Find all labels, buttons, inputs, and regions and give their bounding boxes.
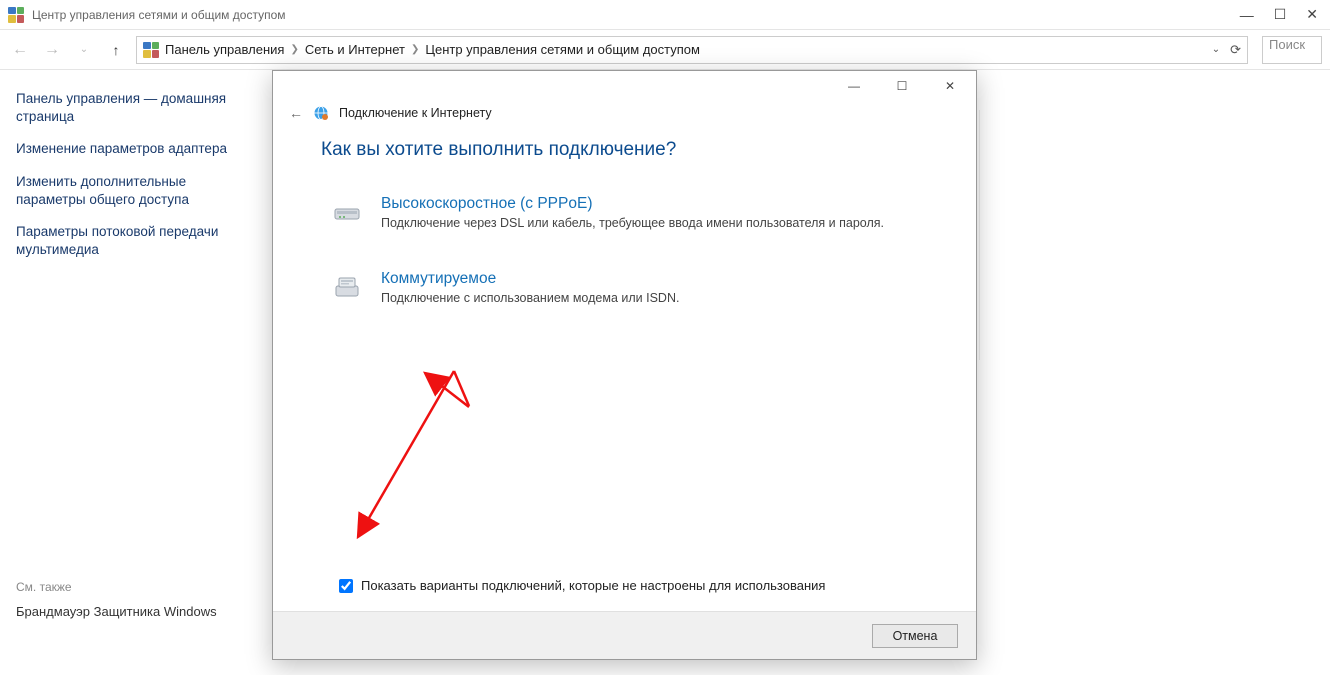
dialup-modem-icon	[331, 270, 363, 302]
globe-network-icon	[313, 105, 329, 121]
option-description: Подключение с использованием модема или …	[381, 290, 679, 307]
control-panel-icon	[8, 7, 24, 23]
see-also-heading: См. также	[16, 580, 244, 594]
close-button[interactable]: ✕	[1306, 6, 1318, 23]
option-dialup[interactable]: Коммутируемое Подключение с использовани…	[321, 262, 928, 315]
breadcrumb-item[interactable]: Центр управления сетями и общим доступом	[425, 42, 700, 57]
cancel-button[interactable]: Отмена	[872, 624, 958, 648]
addressbar-icon	[143, 42, 159, 58]
chevron-right-icon[interactable]: ❯	[411, 44, 419, 55]
dialog-close-button[interactable]: ✕	[930, 73, 970, 99]
modem-icon	[331, 195, 363, 227]
show-unavailable-label[interactable]: Показать варианты подключений, которые н…	[361, 578, 825, 593]
addressbar-dropdown-icon[interactable]: ⌄	[1212, 44, 1220, 55]
option-broadband-pppoe[interactable]: Высокоскоростное (с PPPoE) Подключение ч…	[321, 187, 928, 240]
nav-back-button[interactable]: ←	[8, 38, 32, 62]
dialog-back-button[interactable]: ←	[289, 105, 303, 121]
sidebar-link-firewall[interactable]: Брандмауэр Защитника Windows	[16, 604, 244, 619]
minimize-button[interactable]: —	[1240, 7, 1254, 23]
chevron-right-icon[interactable]: ❯	[290, 44, 298, 55]
dialog-maximize-button[interactable]: ☐	[882, 73, 922, 99]
dialog-header-title: Подключение к Интернету	[339, 106, 492, 120]
refresh-icon[interactable]: ⟳	[1230, 42, 1241, 58]
sidebar-link-home[interactable]: Панель управления — домашняя страница	[16, 90, 244, 126]
search-input[interactable]: Поиск	[1262, 36, 1322, 64]
maximize-button[interactable]: ☐	[1274, 6, 1287, 23]
sidebar-link-media-streaming[interactable]: Параметры потоковой передачи мультимедиа	[16, 223, 244, 259]
option-description: Подключение через DSL или кабель, требую…	[381, 215, 884, 232]
breadcrumb-item[interactable]: Панель управления	[165, 42, 284, 57]
sidebar-link-adapter-settings[interactable]: Изменение параметров адаптера	[16, 140, 244, 158]
show-unavailable-checkbox[interactable]	[339, 579, 353, 593]
nav-forward-button[interactable]: →	[40, 38, 64, 62]
nav-up-button[interactable]: ↑	[104, 38, 128, 62]
divider	[979, 110, 980, 360]
breadcrumb-item[interactable]: Сеть и Интернет	[305, 42, 405, 57]
window-title: Центр управления сетями и общим доступом	[32, 8, 1240, 22]
connect-to-internet-dialog: — ☐ ✕ ← Подключение к Интернету Как вы х…	[272, 70, 977, 660]
dialog-minimize-button[interactable]: —	[834, 73, 874, 99]
option-title: Высокоскоростное (с PPPoE)	[381, 195, 884, 213]
option-title: Коммутируемое	[381, 270, 679, 288]
nav-recent-dropdown[interactable]: ⌄	[72, 38, 96, 62]
dialog-heading: Как вы хотите выполнить подключение?	[321, 139, 928, 161]
address-bar[interactable]: Панель управления ❯ Сеть и Интернет ❯ Це…	[136, 36, 1248, 64]
sidebar-link-advanced-sharing[interactable]: Изменить дополнительные параметры общего…	[16, 173, 244, 209]
